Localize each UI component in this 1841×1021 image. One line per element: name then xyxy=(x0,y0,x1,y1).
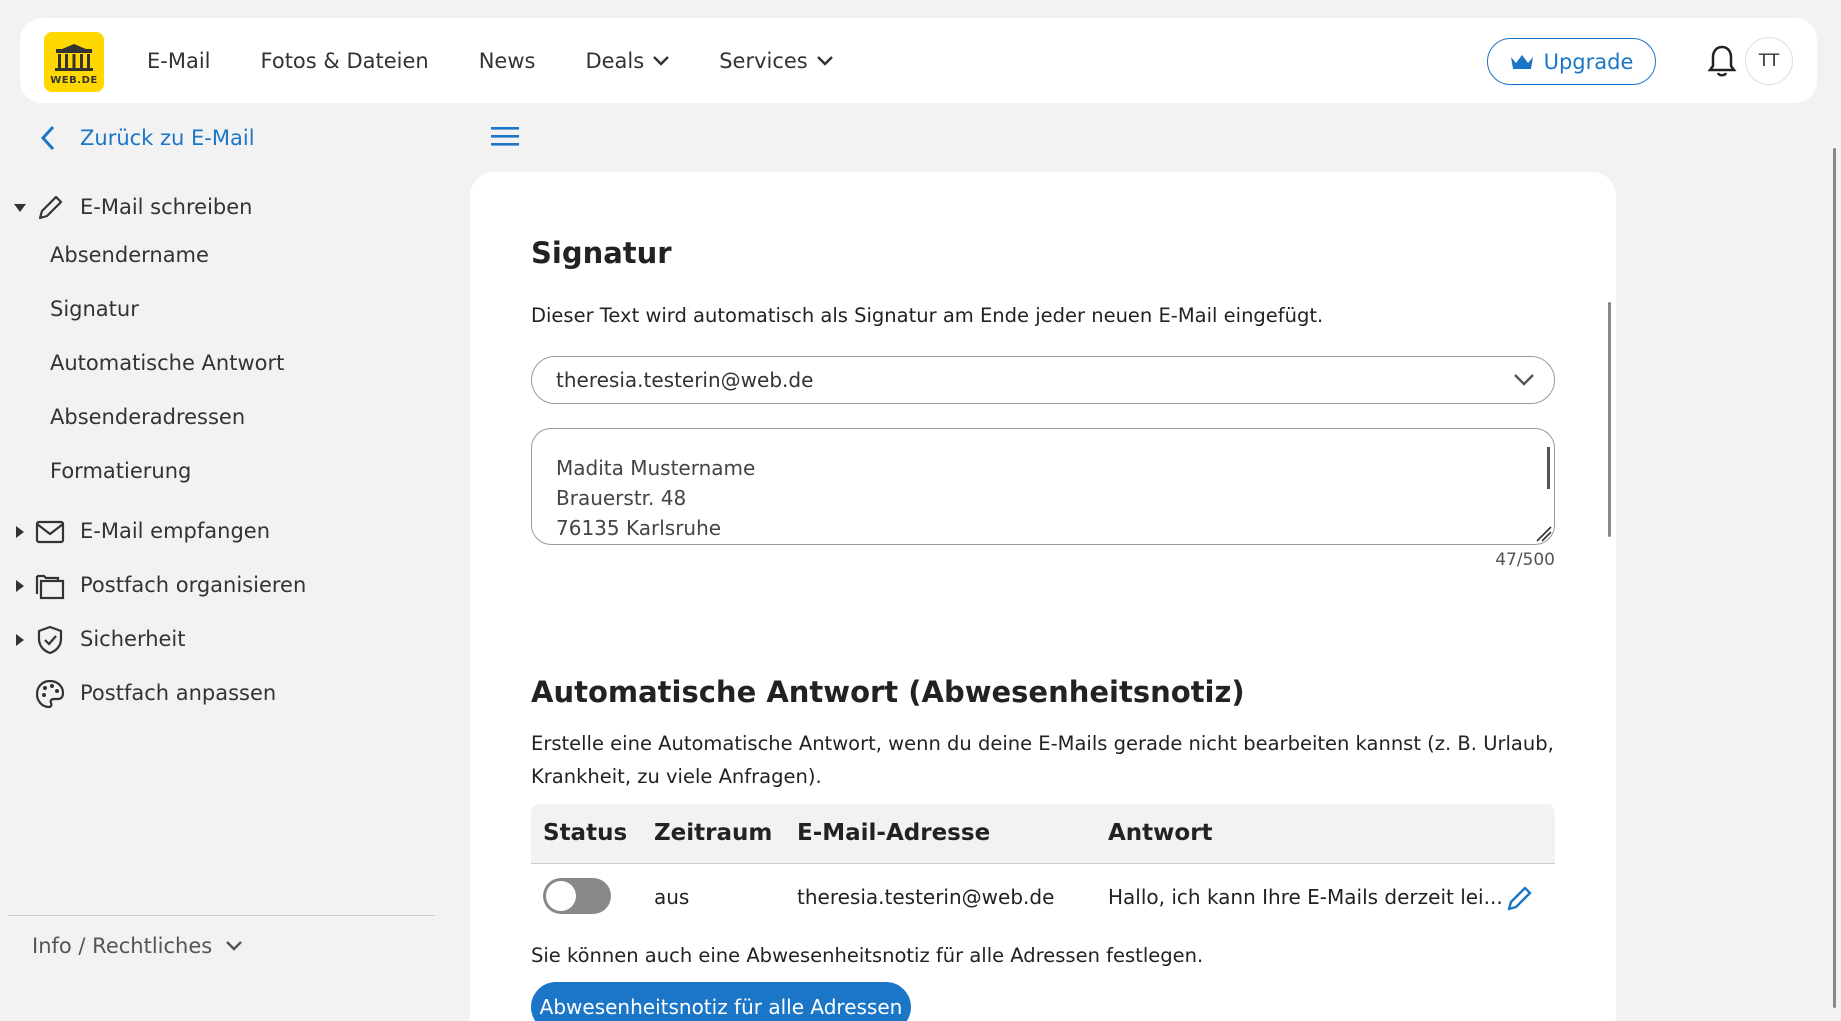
chevron-down-icon xyxy=(653,55,670,66)
sidebar-subitem-absenderadressen[interactable]: Absenderadressen xyxy=(50,405,245,429)
auto-reply-note: Sie können auch eine Abwesenheitsnotiz f… xyxy=(531,944,1204,967)
signature-line: Brauerstr. 48 xyxy=(556,486,687,510)
auto-reply-heading: Automatische Antwort (Abwesenheitsnotiz) xyxy=(531,675,1245,709)
column-header-antwort: Antwort xyxy=(1108,820,1213,846)
status-toggle[interactable] xyxy=(543,878,611,914)
all-addresses-auto-reply-button[interactable]: Abwesenheitsnotiz für alle Adressen xyxy=(531,982,911,1021)
chevron-down-icon xyxy=(226,941,243,951)
info-rechtliches-toggle[interactable]: Info / Rechtliches xyxy=(32,934,243,958)
main-nav: E-Mail Fotos & Dateien News Deals Servic… xyxy=(147,18,883,103)
nav-deals-label: Deals xyxy=(585,48,645,73)
sidebar-item-sicherheit[interactable]: Sicherheit xyxy=(0,620,440,660)
settings-sidebar: Zurück zu E-Mail E-Mail schreiben Absend… xyxy=(0,110,440,1021)
sidebar-item-label: Postfach anpassen xyxy=(80,681,277,705)
bell-icon[interactable] xyxy=(1706,44,1738,78)
resize-handle-icon[interactable] xyxy=(1532,522,1552,542)
sidebar-item-postfach-anpassen[interactable]: Postfach anpassen xyxy=(0,674,440,714)
column-header-zeitraum: Zeitraum xyxy=(654,820,773,846)
sidebar-item-email-empfangen[interactable]: E-Mail empfangen xyxy=(0,512,440,552)
button-label: Abwesenheitsnotiz für alle Adressen xyxy=(539,995,903,1019)
folders-icon xyxy=(35,574,65,600)
table-row: aus theresia.testerin@web.de Hallo, ich … xyxy=(531,864,1555,932)
period-cell: aus xyxy=(654,885,690,909)
webde-logo[interactable]: WEB.DE xyxy=(44,32,104,92)
signatur-description: Dieser Text wird automatisch als Signatu… xyxy=(531,304,1324,327)
address-cell: theresia.testerin@web.de xyxy=(797,885,1055,909)
signature-textarea[interactable]: Madita Mustername Brauerstr. 48 76135 Ka… xyxy=(531,428,1555,545)
envelope-icon xyxy=(35,520,65,544)
sidebar-item-label: Sicherheit xyxy=(80,627,186,651)
hamburger-menu-icon[interactable] xyxy=(491,125,521,147)
logo-text: WEB.DE xyxy=(50,75,98,86)
upgrade-label: Upgrade xyxy=(1543,49,1634,74)
signature-line: Madita Mustername xyxy=(556,456,756,480)
avatar[interactable]: TT xyxy=(1745,37,1793,85)
content-scrollbar[interactable] xyxy=(1608,302,1611,537)
sidebar-item-label: E-Mail schreiben xyxy=(80,195,253,219)
nav-deals[interactable]: Deals xyxy=(585,48,670,73)
sidebar-item-label: Postfach organisieren xyxy=(80,573,307,597)
sidebar-subitem-automatische-antwort[interactable]: Automatische Antwort xyxy=(50,351,284,375)
back-label: Zurück zu E-Mail xyxy=(80,126,255,150)
brandenburg-gate-icon xyxy=(55,44,93,71)
selected-address: theresia.testerin@web.de xyxy=(556,368,814,392)
table-header: Status Zeitraum E-Mail-Adresse Antwort xyxy=(531,804,1555,864)
edit-pencil-icon[interactable] xyxy=(1505,883,1535,913)
sidebar-divider xyxy=(8,915,435,916)
chevron-down-icon xyxy=(1514,374,1534,386)
shield-icon xyxy=(37,625,63,655)
toggle-knob xyxy=(546,881,576,911)
nav-email-label: E-Mail xyxy=(147,48,211,73)
caret-right-icon xyxy=(16,526,24,538)
nav-fotos-label: Fotos & Dateien xyxy=(260,48,429,73)
nav-news[interactable]: News xyxy=(479,49,536,73)
reply-cell: Hallo, ich kann Ihre E-Mails derzeit lei… xyxy=(1108,885,1503,909)
crown-icon xyxy=(1510,54,1533,69)
sidebar-item-email-schreiben[interactable]: E-Mail schreiben xyxy=(0,188,440,228)
auto-reply-description-line2: Krankheit, zu viele Anfragen). xyxy=(531,765,822,788)
column-header-email: E-Mail-Adresse xyxy=(797,820,991,846)
sidebar-subitem-absendername[interactable]: Absendername xyxy=(50,243,209,267)
caret-right-icon xyxy=(16,634,24,646)
nav-services[interactable]: Services xyxy=(719,49,833,73)
caret-down-icon xyxy=(14,204,26,212)
back-to-email-link[interactable]: Zurück zu E-Mail xyxy=(38,124,255,152)
nav-services-label: Services xyxy=(719,48,808,73)
info-label: Info / Rechtliches xyxy=(32,934,213,958)
auto-reply-description-line1: Erstelle eine Automatische Antwort, wenn… xyxy=(531,732,1554,755)
sidebar-item-postfach-organisieren[interactable]: Postfach organisieren xyxy=(0,566,440,606)
palette-icon xyxy=(35,679,65,709)
chevron-left-icon xyxy=(40,125,55,151)
upgrade-button[interactable]: Upgrade xyxy=(1487,38,1656,85)
sidebar-subitem-signatur[interactable]: Signatur xyxy=(50,297,139,321)
character-counter: 47/500 xyxy=(1495,550,1555,570)
top-bar: WEB.DE E-Mail Fotos & Dateien News Deals… xyxy=(20,18,1817,103)
signature-address-select[interactable]: theresia.testerin@web.de xyxy=(531,356,1555,404)
page-scrollbar[interactable] xyxy=(1833,148,1836,1008)
pencil-icon xyxy=(38,195,63,220)
settings-content-card: Signatur Dieser Text wird automatisch al… xyxy=(470,172,1616,1021)
column-header-status: Status xyxy=(543,820,628,846)
signatur-heading: Signatur xyxy=(531,236,672,270)
caret-right-icon xyxy=(16,580,24,592)
chevron-down-icon xyxy=(816,55,833,66)
textarea-scrollbar[interactable] xyxy=(1547,447,1550,489)
auto-reply-table: Status Zeitraum E-Mail-Adresse Antwort a… xyxy=(531,804,1555,932)
signature-line: 76135 Karlsruhe xyxy=(556,516,722,540)
sidebar-subitem-formatierung[interactable]: Formatierung xyxy=(50,459,191,483)
nav-fotos-dateien[interactable]: Fotos & Dateien xyxy=(261,49,429,73)
sidebar-item-label: E-Mail empfangen xyxy=(80,519,271,543)
avatar-initials: TT xyxy=(1758,51,1780,71)
nav-news-label: News xyxy=(478,48,536,73)
nav-email[interactable]: E-Mail xyxy=(147,49,211,73)
